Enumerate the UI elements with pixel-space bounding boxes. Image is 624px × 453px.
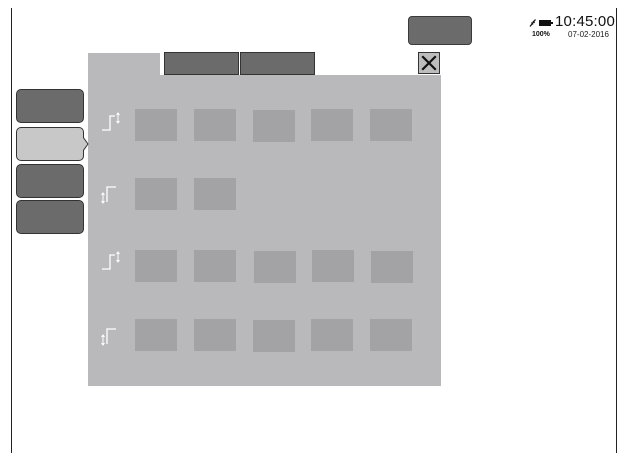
selection-pointer-icon [83, 137, 89, 151]
plug-icon [529, 19, 536, 27]
grid-cell[interactable] [312, 250, 354, 282]
status-area: 10:45:00 100% 07-02-2016 [520, 13, 616, 45]
step-up-icon [102, 112, 120, 131]
grid-cell[interactable] [194, 109, 236, 141]
top-action-button[interactable] [408, 16, 472, 45]
grid-cell[interactable] [135, 178, 177, 210]
clock-time: 10:45:00 [555, 13, 615, 30]
tab-2[interactable] [240, 52, 315, 75]
grid-cell[interactable] [311, 109, 353, 141]
tab-1[interactable] [164, 52, 239, 75]
step-down-icon [101, 186, 116, 204]
active-tab[interactable] [88, 53, 160, 76]
grid-cell[interactable] [370, 319, 412, 351]
grid-cell[interactable] [253, 110, 295, 142]
battery-percent: 100% [532, 31, 550, 38]
side-button-1[interactable] [16, 89, 84, 123]
grid-cell[interactable] [311, 319, 353, 351]
side-button-3[interactable] [16, 164, 84, 198]
grid-cell[interactable] [254, 251, 296, 283]
grid-cell[interactable] [135, 319, 177, 351]
grid-cell[interactable] [194, 319, 236, 351]
battery-icon [539, 20, 553, 26]
step-down-icon [101, 328, 116, 346]
grid-cell[interactable] [371, 251, 413, 283]
grid-cell[interactable] [194, 250, 236, 282]
clock-date: 07-02-2016 [568, 30, 609, 39]
close-button[interactable] [418, 52, 440, 74]
grid-cell[interactable] [194, 178, 236, 210]
close-icon [421, 55, 437, 71]
grid-cell[interactable] [370, 109, 412, 141]
side-button-4[interactable] [16, 200, 84, 234]
grid-cell[interactable] [135, 250, 177, 282]
grid-cell[interactable] [253, 320, 295, 352]
step-up-icon [102, 251, 120, 270]
side-button-2-selected[interactable] [16, 127, 84, 161]
grid-cell[interactable] [135, 109, 177, 141]
